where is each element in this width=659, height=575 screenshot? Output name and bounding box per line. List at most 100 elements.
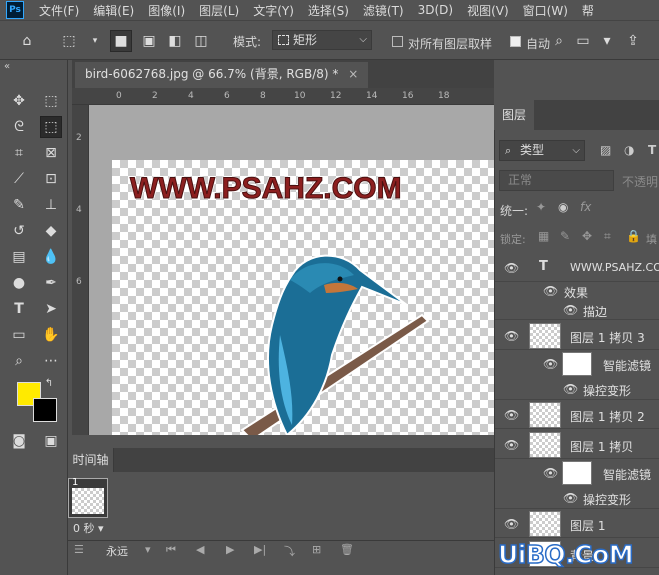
lock-image-icon[interactable]: ✎ (560, 229, 570, 243)
path-select-tool-icon[interactable]: ➤ (40, 298, 62, 320)
layers-tab[interactable]: 图层 (494, 100, 534, 130)
menu-type[interactable]: 文字(Y) (246, 2, 301, 19)
intersect-selection-icon[interactable]: ◫ (190, 30, 212, 52)
blend-mode-select[interactable]: 正常 (499, 170, 614, 191)
chevron-down-icon[interactable]: ▾ (145, 543, 151, 556)
subtract-selection-icon[interactable]: ◧ (164, 30, 186, 52)
smart-filter-row[interactable]: 👁 智能滤镜 (495, 350, 659, 378)
collapse-icon[interactable]: « (4, 61, 10, 72)
eye-icon[interactable]: 👁 (543, 284, 559, 298)
menu-layer[interactable]: 图层(L) (192, 2, 246, 19)
menu-window[interactable]: 窗口(W) (516, 2, 575, 19)
layer-row[interactable]: 👁 图层 1 (495, 510, 659, 538)
canvas-area[interactable]: WWW.PSAHZ.COM (89, 105, 494, 435)
loop-value[interactable]: 永远 (106, 543, 128, 559)
blur-tool-icon[interactable]: 💧 (40, 246, 62, 268)
zoom-tool-icon[interactable]: ⌕ (8, 350, 30, 372)
home-icon[interactable]: ⌂ (16, 30, 38, 52)
chevron-down-icon[interactable]: ▾ (84, 30, 106, 52)
eraser-tool-icon[interactable]: ◆ (40, 220, 62, 242)
eye-icon[interactable]: 👁 (504, 438, 520, 452)
lock-all-icon[interactable]: 🔒 (626, 229, 641, 243)
layer-row[interactable]: 👁 图层 1 拷贝 3 (495, 322, 659, 350)
close-icon[interactable]: × (348, 67, 358, 81)
eye-icon[interactable]: 👁 (504, 408, 520, 422)
timeline-tab[interactable]: 时间轴 (68, 448, 114, 472)
background-color-swatch[interactable] (33, 398, 57, 422)
menu-select[interactable]: 选择(S) (301, 2, 356, 19)
move-tool-icon[interactable]: ✥ (8, 90, 30, 112)
layer-effects-row[interactable]: 👁 效果 (495, 282, 659, 300)
menu-image[interactable]: 图像(I) (141, 2, 192, 19)
history-brush-icon[interactable]: ↺ (8, 220, 30, 242)
convert-timeline-icon[interactable]: ☰ (74, 543, 84, 556)
brush-tool-icon[interactable]: ✎ (8, 194, 30, 216)
search-icon[interactable]: ⌕ (548, 30, 570, 52)
quick-mask-icon[interactable]: ◙ (8, 430, 30, 452)
dodge-tool-icon[interactable]: ● (8, 272, 30, 294)
chevron-down-icon[interactable]: ▾ (596, 30, 618, 52)
crop-tool-icon[interactable]: ⌗ (8, 142, 30, 164)
eye-icon[interactable]: 👁 (563, 382, 579, 396)
eye-icon[interactable]: 👁 (504, 261, 520, 275)
swap-colors-icon[interactable]: ↰ (42, 376, 56, 390)
lock-position-icon[interactable]: ✥ (582, 229, 592, 243)
lock-artboard-icon[interactable]: ⌗ (604, 229, 611, 244)
add-selection-icon[interactable]: ▣ (138, 30, 160, 52)
menu-filter[interactable]: 滤镜(T) (356, 2, 411, 19)
eye-icon[interactable]: 👁 (543, 466, 559, 480)
auto-enhance-checkbox[interactable] (510, 36, 521, 47)
menu-3d[interactable]: 3D(D) (411, 3, 460, 17)
previous-frame-icon[interactable]: ◀ (196, 543, 204, 556)
layer-filter-select[interactable]: ⌕ 类型 ⌵ (499, 140, 585, 161)
unify-position-icon[interactable]: ✦ (536, 200, 546, 214)
play-icon[interactable]: ▶ (226, 543, 234, 556)
new-frame-icon[interactable]: ⊞ (312, 543, 321, 556)
lasso-tool-icon[interactable]: ᘓ (8, 116, 30, 138)
eye-icon[interactable]: 👁 (543, 357, 559, 371)
gradient-tool-icon[interactable]: ▤ (8, 246, 30, 268)
smart-filter-row[interactable]: 👁 智能滤镜 (495, 459, 659, 487)
hand-tool-icon[interactable]: ✋ (40, 324, 62, 346)
menu-view[interactable]: 视图(V) (460, 2, 516, 19)
menu-edit[interactable]: 编辑(E) (86, 2, 141, 19)
eye-icon[interactable]: 👁 (504, 517, 520, 531)
unify-visibility-icon[interactable]: ◉ (558, 200, 568, 214)
object-select-tool-icon[interactable]: ⬚ (58, 30, 80, 52)
smart-filter-item[interactable]: 👁 操控变形 (495, 487, 659, 509)
frame-delay-select[interactable]: 0 秒 ▾ (73, 520, 104, 536)
frame-tool-icon[interactable]: ⊠ (40, 142, 62, 164)
next-frame-icon[interactable]: ▶| (254, 543, 266, 556)
eye-icon[interactable]: 👁 (563, 303, 579, 317)
layer-effect-item[interactable]: 👁 描边 (495, 300, 659, 320)
marquee-tool-icon[interactable]: ⬚ (40, 90, 62, 112)
first-frame-icon[interactable]: ⏮ (166, 543, 176, 557)
tween-icon[interactable]: ⤵ (284, 543, 295, 559)
image-filter-icon[interactable]: ▨ (600, 143, 611, 157)
document-tab[interactable]: bird-6062768.jpg @ 66.7% (背景, RGB/8) * × (75, 62, 369, 88)
delete-frame-icon[interactable]: 🗑 (340, 543, 354, 556)
more-tools-icon[interactable]: ⋯ (40, 350, 62, 372)
screen-mode-icon[interactable]: ▣ (40, 430, 62, 452)
document-canvas[interactable]: WWW.PSAHZ.COM (112, 160, 494, 435)
layer-row[interactable]: 👁 图层 1 拷贝 2 (495, 401, 659, 429)
share-icon[interactable]: ⇪ (622, 30, 644, 52)
menu-help[interactable]: 帮 (575, 2, 601, 19)
lock-transparent-icon[interactable]: ▦ (538, 229, 549, 243)
adjustment-filter-icon[interactable]: ◑ (624, 143, 634, 157)
stamp-tool-icon[interactable]: ⊥ (40, 194, 62, 216)
layer-row[interactable]: 👁 T WWW.PSAHZ.COM (495, 254, 659, 282)
sample-all-layers-checkbox[interactable] (392, 36, 403, 47)
eye-icon[interactable]: 👁 (504, 329, 520, 343)
unify-style-icon[interactable]: fx (580, 200, 591, 214)
mode-select[interactable]: 矩形 ⌵ (272, 30, 372, 50)
smart-filter-item[interactable]: 👁 操控变形 (495, 378, 659, 400)
healing-tool-icon[interactable]: ⊡ (40, 168, 62, 190)
new-selection-icon[interactable]: ■ (110, 30, 132, 52)
eye-icon[interactable]: 👁 (563, 491, 579, 505)
pen-tool-icon[interactable]: ✒ (40, 272, 62, 294)
object-select-tool-icon[interactable]: ⬚ (40, 116, 62, 138)
eyedropper-tool-icon[interactable]: ⟋ (8, 168, 30, 190)
rectangle-tool-icon[interactable]: ▭ (8, 324, 30, 346)
menu-file[interactable]: 文件(F) (32, 2, 86, 19)
